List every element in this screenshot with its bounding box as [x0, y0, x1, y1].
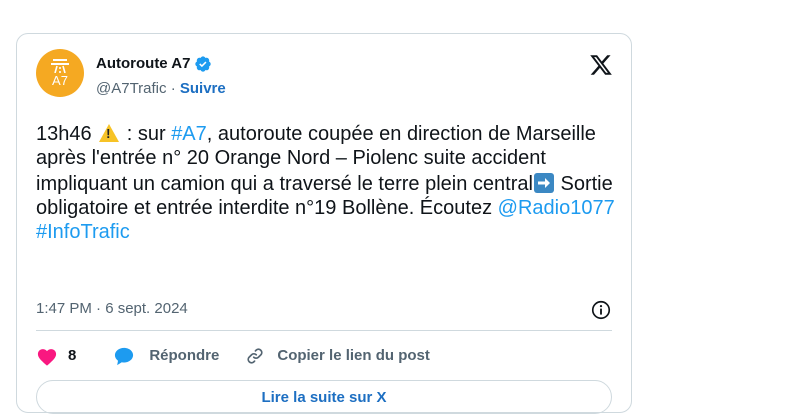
avatar-label: A7 — [52, 72, 68, 88]
author-name[interactable]: Autoroute A7 — [96, 54, 190, 74]
like-count: 8 — [68, 347, 77, 364]
tweet-text-segment: 13h46 — [36, 123, 98, 145]
heart-icon — [37, 349, 57, 366]
handle-separator: · — [166, 80, 180, 97]
author-handle[interactable]: @A7Trafic — [96, 80, 167, 97]
read-more-button[interactable]: Lire la suite sur X — [36, 380, 612, 414]
divider — [36, 330, 612, 331]
like-button[interactable]: 8 — [36, 346, 76, 366]
hashtag-link[interactable]: #A7 — [171, 123, 207, 145]
warning-icon — [99, 124, 120, 142]
hashtag-link[interactable]: #InfoTrafic — [36, 221, 130, 243]
follow-button[interactable]: Suivre — [180, 80, 226, 97]
copy-link-label: Copier le lien du post — [277, 347, 430, 364]
reply-bubble-icon — [115, 347, 134, 366]
tweet-card: A7 Autoroute A7 @A7Trafic · Suivre 13h46… — [16, 33, 632, 414]
mention-link[interactable]: @Radio1077 — [498, 197, 615, 219]
link-icon — [247, 348, 263, 364]
avatar[interactable]: A7 — [36, 49, 84, 97]
reply-label: Répondre — [149, 347, 220, 364]
author-name-row: Autoroute A7 — [96, 54, 212, 74]
tweet-text: 13h46 : sur #A7, autoroute coupée en dir… — [36, 122, 621, 244]
tweet-timestamp[interactable]: 1:47 PM · 6 sept. 2024 — [36, 299, 188, 319]
tweet-text-segment: , autoroute coupée en direction de Marse… — [36, 123, 596, 195]
action-bar: 8 Répondre Copier le lien du post — [36, 346, 430, 366]
tweet-text-segment: : sur — [121, 123, 172, 145]
copy-link-button[interactable]: Copier le lien du post — [245, 346, 430, 366]
verified-badge-icon — [195, 56, 212, 72]
right-arrow-icon — [533, 173, 554, 193]
author-handle-row: @A7Trafic · Suivre — [96, 79, 226, 99]
x-logo-icon[interactable] — [589, 53, 613, 77]
reply-button[interactable]: Répondre — [113, 346, 219, 366]
highway-icon — [51, 58, 69, 73]
info-icon[interactable] — [590, 299, 612, 321]
